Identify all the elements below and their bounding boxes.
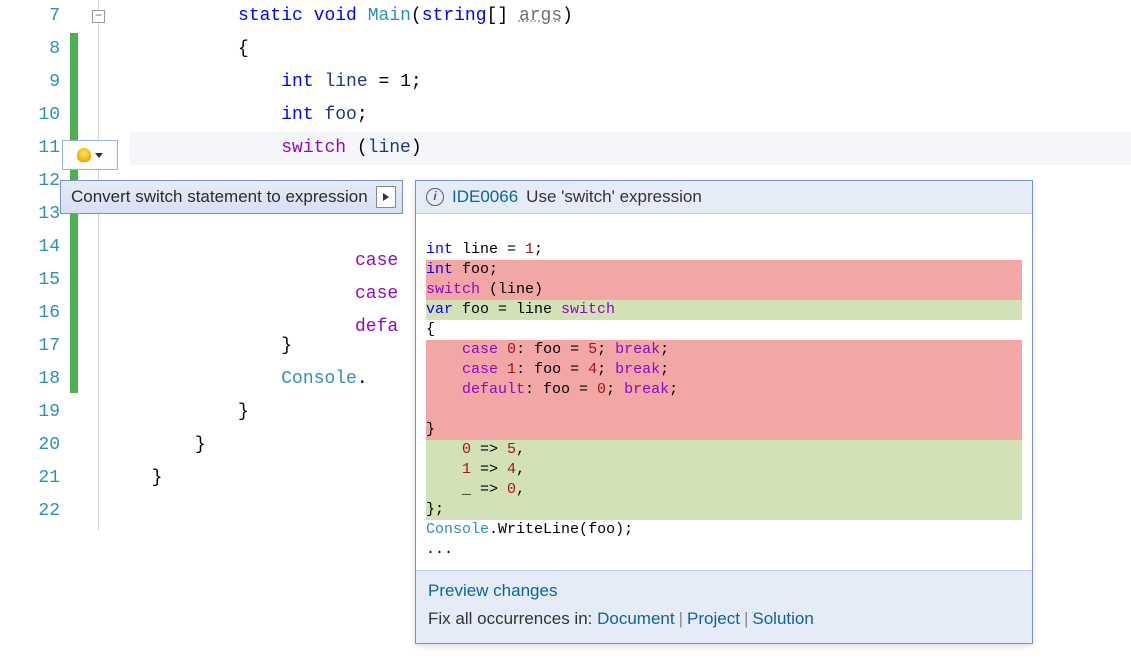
change-margin xyxy=(70,0,90,528)
line-number: 15 xyxy=(0,264,60,297)
line-number: 12 xyxy=(0,165,60,198)
line-number: 18 xyxy=(0,363,60,396)
lightbulb-icon xyxy=(77,148,91,162)
line-number: 7 xyxy=(0,0,60,33)
line-number: 19 xyxy=(0,396,60,429)
fix-solution-link[interactable]: Solution xyxy=(752,609,813,628)
fix-document-link[interactable]: Document xyxy=(597,609,674,628)
expand-preview-button[interactable] xyxy=(376,186,396,208)
line-number: 17 xyxy=(0,330,60,363)
code-line[interactable]: int line = 1; xyxy=(130,66,1131,99)
info-icon: i xyxy=(426,188,444,206)
diagnostic-id: IDE0066 xyxy=(452,187,518,207)
code-line[interactable]: { xyxy=(130,33,1131,66)
line-number: 10 xyxy=(0,99,60,132)
diff-preview: int line = 1;int foo;switch (line)var fo… xyxy=(416,214,1032,570)
outlining-margin: − xyxy=(90,0,130,528)
code-line-active[interactable]: switch (line) xyxy=(130,132,1131,165)
diagnostic-message: Use 'switch' expression xyxy=(526,187,702,207)
line-number: 8 xyxy=(0,33,60,66)
quick-action-item[interactable]: Convert switch statement to expression xyxy=(60,180,403,214)
code-fix-preview-popup: i IDE0066 Use 'switch' expression int li… xyxy=(415,180,1033,644)
line-number: 14 xyxy=(0,231,60,264)
code-line[interactable]: static void Main(string[] args) xyxy=(130,0,1131,33)
chevron-down-icon xyxy=(95,153,103,158)
line-number: 11 xyxy=(0,132,60,165)
line-number: 13 xyxy=(0,198,60,231)
line-number: 21 xyxy=(0,462,60,495)
popup-footer: Preview changes Fix all occurrences in: … xyxy=(416,570,1032,643)
line-number-gutter: 7 8 9 10 11 12 13 14 15 16 17 18 19 20 2… xyxy=(0,0,70,528)
fix-all-label: Fix all occurrences in: Document|Project… xyxy=(428,609,814,628)
code-behind-popup: case case defa xyxy=(355,212,398,344)
line-number: 20 xyxy=(0,429,60,462)
collapse-toggle[interactable]: − xyxy=(92,10,105,23)
line-number: 22 xyxy=(0,495,60,528)
fix-project-link[interactable]: Project xyxy=(687,609,740,628)
preview-changes-link[interactable]: Preview changes xyxy=(428,581,557,601)
code-line[interactable]: int foo; xyxy=(130,99,1131,132)
quick-action-label: Convert switch statement to expression xyxy=(71,187,368,207)
line-number: 16 xyxy=(0,297,60,330)
popup-header: i IDE0066 Use 'switch' expression xyxy=(416,181,1032,214)
line-number: 9 xyxy=(0,66,60,99)
quick-actions-lightbulb[interactable] xyxy=(62,140,118,170)
